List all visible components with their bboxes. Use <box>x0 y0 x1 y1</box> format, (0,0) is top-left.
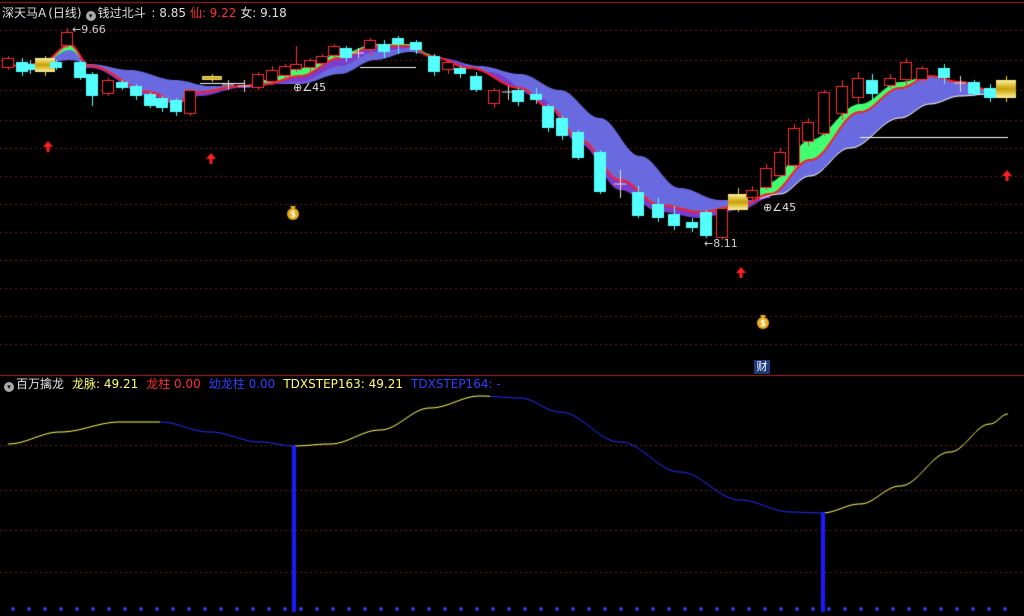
main-panel-header: 深天马A (日线) ▾ 钱过北斗 : 8.85 仙: 9.22 女: 9.18 <box>2 5 289 21</box>
main-indicator-name[interactable]: 钱过北斗 <box>98 6 146 20</box>
low-price-value: 8.11 <box>713 237 738 250</box>
main-value-0: : 8.85 <box>147 6 186 20</box>
high-price-value: 9.66 <box>81 23 106 36</box>
sub-value-0: 龙脉: 49.21 <box>72 377 139 391</box>
angle-signal-2: ⊕∠45 <box>763 201 797 214</box>
angle-signal-2-text: ∠45 <box>772 201 797 214</box>
kline-chart-canvas[interactable] <box>0 0 1024 616</box>
sub-value-4: TDXSTEP164: - <box>411 377 501 391</box>
main-value-1: 仙: 9.22 <box>186 6 237 20</box>
main-value-2: 女: 9.18 <box>236 6 287 20</box>
angle-signal-1-text: ∠45 <box>302 81 327 94</box>
sub-panel-header: ▾ 百万擒龙 龙脉: 49.21 龙柱 0.00 幼龙柱 0.00 TDXSTEP163:… <box>2 376 505 392</box>
angle-signal-1: ⊕∠45 <box>293 81 327 94</box>
cai-badge[interactable]: 财 <box>754 360 770 374</box>
indicator-menu-icon[interactable]: ▾ <box>85 11 96 21</box>
sub-indicator-name[interactable]: 百万擒龙 <box>16 377 64 391</box>
sub-indicator-values: 龙脉: 49.21 龙柱 0.00 幼龙柱 0.00 TDXSTEP163: 49.2… <box>66 377 503 391</box>
stock-name[interactable]: 深天马A <box>2 6 46 20</box>
sub-value-1: 龙柱 0.00 <box>146 377 201 391</box>
main-indicator-values: : 8.85 仙: 9.22 女: 9.18 <box>147 6 287 20</box>
low-price-label: ←8.11 <box>704 237 738 250</box>
sub-value-3: TDXSTEP163: 49.21 <box>283 377 403 391</box>
sub-value-2: 幼龙柱 0.00 <box>208 377 276 391</box>
high-price-label: ←9.66 <box>72 23 106 36</box>
sub-indicator-menu-icon[interactable]: ▾ <box>4 382 14 392</box>
period-label[interactable]: (日线) <box>48 6 81 20</box>
